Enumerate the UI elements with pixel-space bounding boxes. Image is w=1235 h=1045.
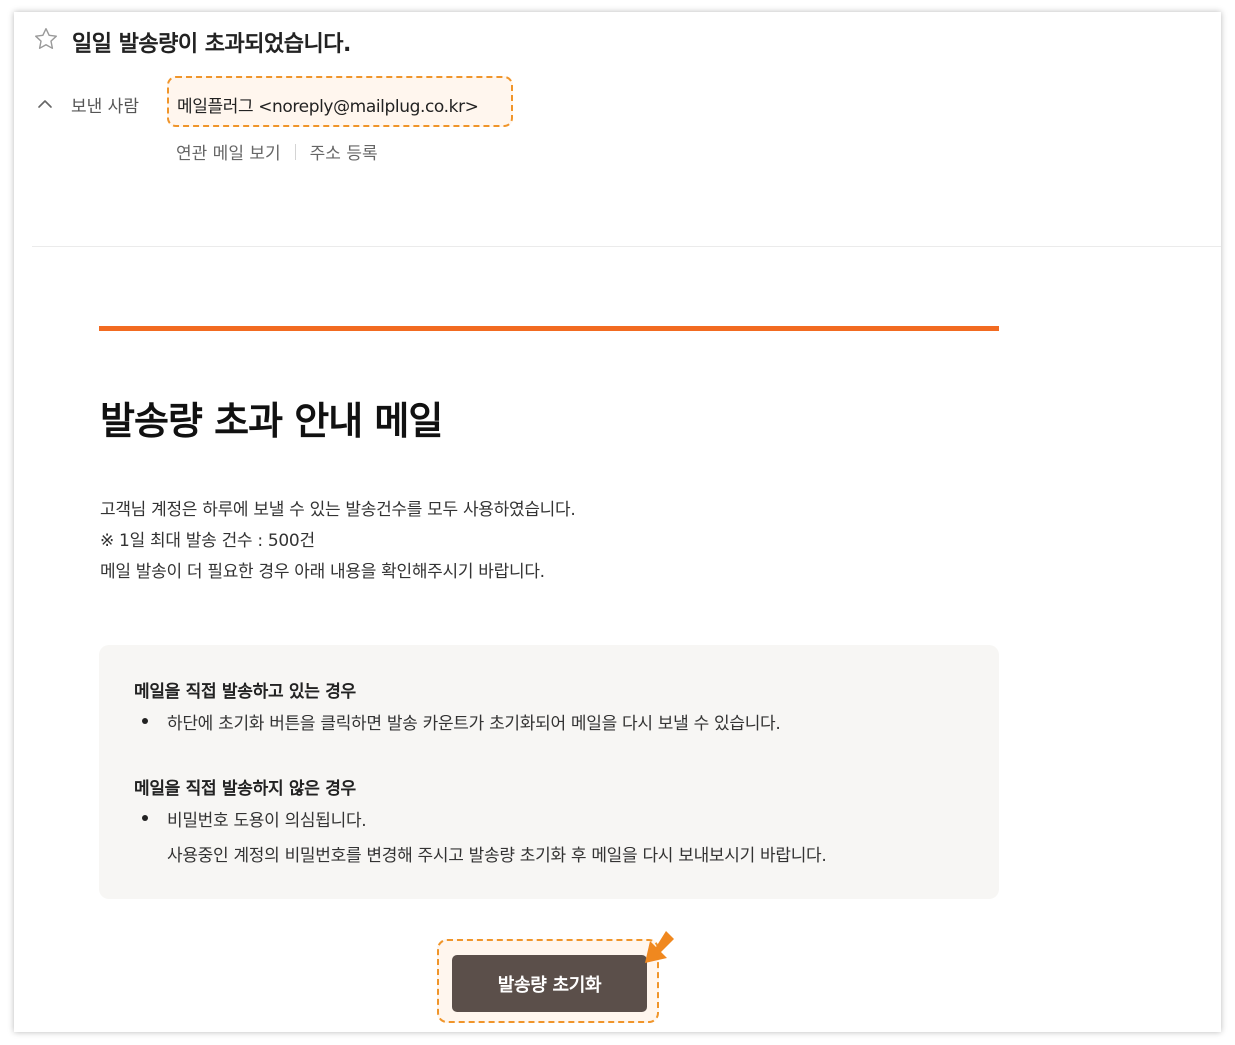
mail-description: 고객님 계정은 하루에 보낼 수 있는 발송건수를 모두 사용하였습니다. ※ … [100, 495, 576, 588]
sender-actions: 연관 메일 보기 주소 등록 [176, 139, 378, 164]
section-item-continued: 사용중인 계정의 비밀번호를 변경해 주시고 발송량 초기화 후 메일을 다시 … [167, 846, 827, 866]
arrow-pointer-icon [645, 931, 674, 963]
link-divider [294, 143, 296, 160]
chevron-up-icon[interactable] [36, 96, 54, 112]
sender-address[interactable]: 메일플러그 <noreply@mailplug.co.kr> [177, 92, 479, 117]
description-line: 메일 발송이 더 필요한 경우 아래 내용을 확인해주시기 바랍니다. [100, 562, 545, 582]
mail-body-title: 발송량 초과 안내 메일 [100, 399, 443, 443]
bullet [142, 718, 148, 724]
mail-subject: 일일 발송량이 초과되었습니다. [72, 32, 351, 57]
section-heading: 메일을 직접 발송하고 있는 경우 [134, 682, 356, 702]
accent-bar [99, 326, 999, 331]
section-item: 하단에 초기화 버튼을 클릭하면 발송 카운트가 초기화되어 메일을 다시 보낼… [167, 714, 781, 734]
description-line: 고객님 계정은 하루에 보낼 수 있는 발송건수를 모두 사용하였습니다. [100, 500, 576, 520]
header-divider [32, 246, 1221, 247]
related-mail-link[interactable]: 연관 메일 보기 [176, 139, 281, 164]
sender-label: 보낸 사람 [71, 97, 139, 117]
section-heading: 메일을 직접 발송하지 않은 경우 [134, 779, 356, 799]
reset-send-count-button[interactable]: 발송량 초기화 [452, 955, 647, 1012]
section-item: 비밀번호 도용이 의심됩니다. [167, 811, 367, 831]
bullet [142, 815, 148, 821]
email-view: 일일 발송량이 초과되었습니다. 보낸 사람 메일플러그 <noreply@ma… [14, 12, 1221, 1032]
add-address-link[interactable]: 주소 등록 [310, 139, 378, 164]
star-icon[interactable] [33, 26, 59, 52]
description-line: ※ 1일 최대 발송 건수 : 500건 [100, 531, 315, 551]
